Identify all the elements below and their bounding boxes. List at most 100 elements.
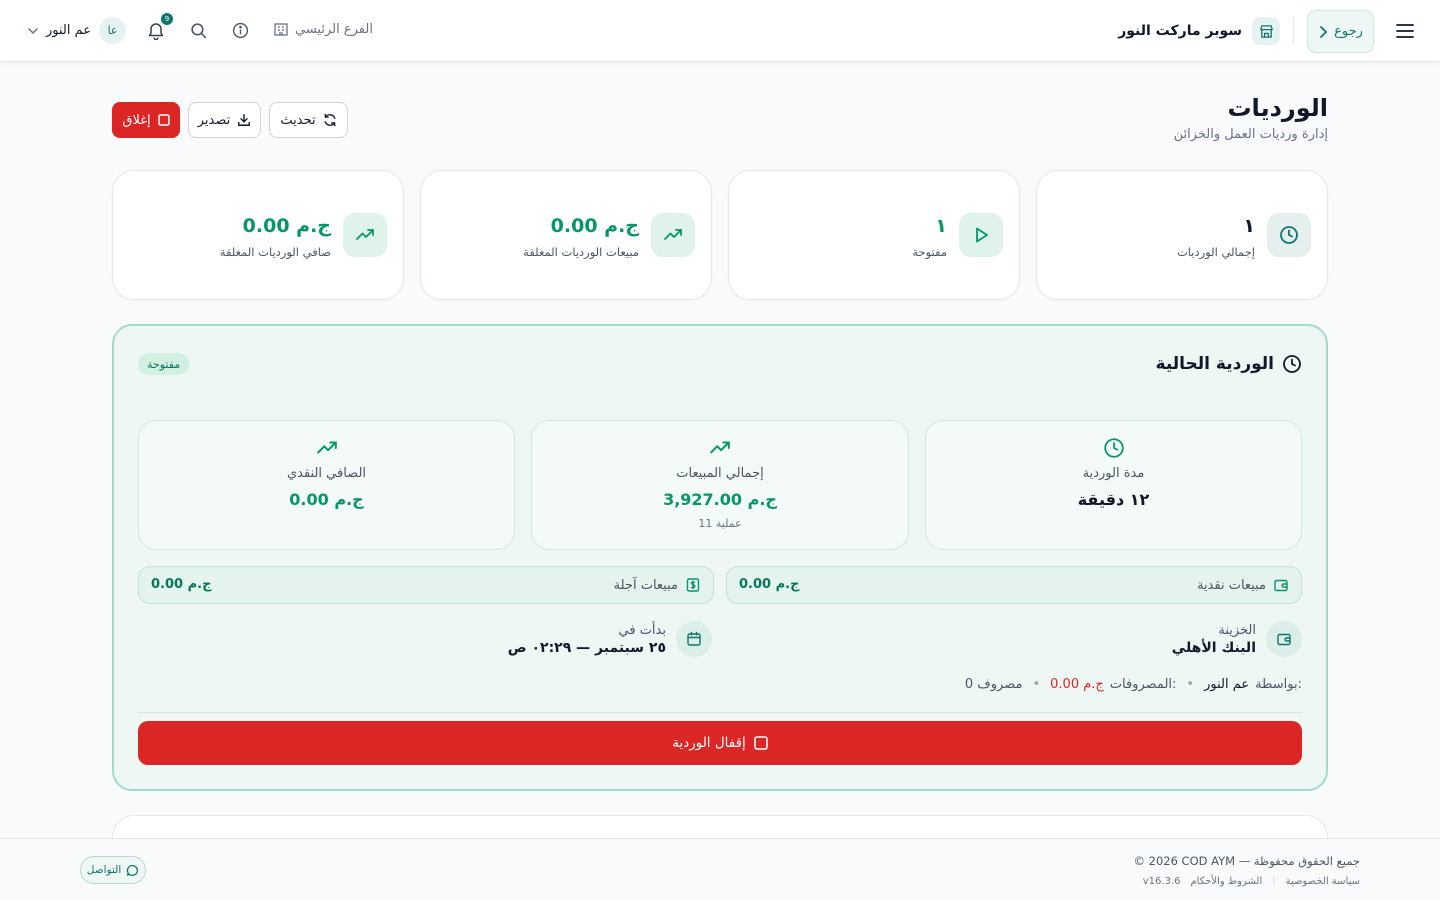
wallet-icon — [1266, 621, 1302, 657]
back-button-label: رجوع — [1334, 24, 1363, 39]
treasury-value: البنك الأهلي — [1171, 639, 1256, 656]
cash-sales-label-group: مبيعات نقدية — [1197, 577, 1289, 593]
divider — [1293, 17, 1294, 45]
clock-icon — [1267, 213, 1311, 257]
user-name: عم النور — [46, 23, 92, 38]
refresh-button[interactable]: تحديث — [269, 102, 348, 138]
download-icon — [237, 113, 251, 127]
clock-icon — [1103, 437, 1125, 459]
trending-up-icon — [343, 213, 387, 257]
transactions-count: 11 عملية — [698, 517, 742, 530]
lock-shift-button-label: إقفال الوردية — [672, 735, 746, 751]
square-icon — [754, 736, 768, 750]
chat-bubble-icon — [126, 864, 139, 877]
credit-sales-label-group: مبيعات آجلة — [614, 577, 701, 593]
clock-icon — [1282, 354, 1302, 374]
by-label: بواسطة: — [1255, 677, 1302, 692]
stat-card-closed-net: 0.00 ج.م صافي الورديات المغلقة — [112, 170, 404, 300]
cash-sales-value: 0.00 ج.م — [739, 577, 800, 592]
avatar: عا — [99, 17, 127, 44]
separator-dot: • — [1032, 677, 1041, 692]
privacy-link[interactable]: سياسة الخصوصية — [1286, 876, 1360, 887]
shift-duration-card: مدة الوردية ١٢ دقيقة — [925, 420, 1302, 550]
separator-dot: • — [1186, 677, 1195, 692]
current-shift-panel: الوردية الحالية مفتوحة مدة الوردية ١٢ دق… — [112, 324, 1328, 791]
total-sales-label: إجمالي المبيعات — [676, 466, 764, 481]
net-cash-card: الصافي النقدي 0.00 ج.م — [138, 420, 515, 550]
info-icon[interactable] — [232, 22, 249, 39]
search-icon[interactable] — [190, 22, 207, 39]
building-icon — [273, 21, 289, 37]
cash-sales-label: مبيعات نقدية — [1196, 577, 1266, 593]
credit-sales-value: 0.00 ج.م — [151, 577, 212, 592]
stat-label: صافي الورديات المغلقة — [219, 245, 331, 259]
chevron-down-icon — [28, 27, 38, 35]
terms-link[interactable]: الشروط والأحكام — [1190, 876, 1262, 887]
contact-button[interactable]: التواصل — [80, 856, 146, 884]
version-label: v16.3.6 — [1142, 876, 1181, 887]
back-button[interactable]: رجوع — [1307, 10, 1374, 53]
user-menu[interactable]: عم النور عا — [28, 17, 127, 44]
stat-card-total-shifts: ١ إجمالي الورديات — [1036, 170, 1328, 300]
treasury-info: الخزينة البنك الأهلي — [1172, 621, 1302, 657]
divider — [138, 712, 1302, 713]
export-button[interactable]: تصدير — [188, 102, 261, 138]
refresh-icon — [323, 113, 337, 127]
receipt-icon — [685, 577, 701, 593]
shift-meta: بواسطة: عم النور • المصروفات: 0.00 ج.م •… — [965, 677, 1302, 692]
menu-icon[interactable] — [1392, 18, 1418, 44]
calendar-icon — [676, 621, 712, 657]
store-switcher[interactable]: سوبر ماركت النور — [1118, 17, 1280, 45]
close-shift-button-label: إغلاق — [122, 112, 151, 128]
stat-value: ١ — [935, 215, 947, 237]
stat-label: مبيعات الورديات المغلقة — [523, 245, 639, 259]
trending-up-icon — [316, 437, 338, 459]
page-title: الورديات — [1227, 94, 1328, 122]
current-shift-title: الوردية الحالية — [1155, 354, 1274, 374]
expenses-value: 0.00 ج.م — [1050, 677, 1104, 692]
cash-sales-row: مبيعات نقدية 0.00 ج.م — [726, 566, 1302, 604]
footer: © 2026 COD AYM — جميع الحقوق محفوظة سياس… — [0, 838, 1440, 900]
chevron-right-icon — [1318, 25, 1328, 38]
expenses-count: 0 مصروف — [964, 677, 1023, 692]
started-at-value: ٢٥ سبتمبر — ٠٢:٢٩ ص — [507, 639, 666, 656]
total-sales-card: إجمالي المبيعات 3,927.00 ج.م 11 عملية — [531, 420, 909, 550]
by-value: عم النور — [1204, 677, 1250, 692]
shift-duration-value: ١٢ دقيقة — [1077, 490, 1150, 509]
stat-card-closed-sales: 0.00 ج.م مبيعات الورديات المغلقة — [420, 170, 712, 300]
trending-up-icon — [709, 437, 731, 459]
started-at-label: بدأت في — [618, 622, 666, 638]
total-sales-value: 3,927.00 ج.م — [663, 490, 777, 509]
store-icon — [1252, 17, 1280, 45]
notification-count-badge: 9 — [161, 13, 173, 25]
footer-links: سياسة الخصوصية | الشروط والأحكام v16.3.6 — [1143, 876, 1360, 887]
net-cash-label: الصافي النقدي — [286, 466, 367, 481]
stat-value: 0.00 ج.م — [550, 215, 639, 237]
export-button-label: تصدير — [197, 112, 231, 128]
credit-sales-label: مبيعات آجلة — [613, 577, 678, 593]
refresh-button-label: تحديث — [280, 112, 316, 128]
net-cash-value: 0.00 ج.م — [289, 490, 364, 509]
contact-button-label: التواصل — [86, 864, 122, 876]
separator: | — [1272, 876, 1276, 887]
stat-value: ١ — [1243, 215, 1255, 237]
treasury-label: الخزينة — [1218, 622, 1256, 638]
trending-up-icon — [651, 213, 695, 257]
copyright: © 2026 COD AYM — جميع الحقوق محفوظة — [1133, 854, 1360, 868]
store-name: سوبر ماركت النور — [1118, 23, 1242, 39]
stat-card-open-shifts: ١ مفتوحة — [728, 170, 1020, 300]
branch-selector[interactable]: الفرع الرئيسي — [273, 21, 373, 37]
current-shift-heading: الوردية الحالية — [1156, 354, 1302, 374]
stat-label: مفتوحة — [912, 245, 947, 259]
expenses-label: المصروفات: — [1109, 677, 1177, 692]
stat-label: إجمالي الورديات — [1176, 245, 1255, 259]
credit-sales-row: مبيعات آجلة 0.00 ج.م — [138, 566, 714, 604]
square-icon — [157, 114, 170, 126]
top-bar: رجوع سوبر ماركت النور الفرع الرئيسي 9 عم… — [0, 0, 1440, 62]
stat-value: 0.00 ج.م — [242, 215, 331, 237]
page-subtitle: إدارة ورديات العمل والخزائن — [1173, 127, 1328, 142]
play-icon — [959, 213, 1003, 257]
started-at-info: بدأت في ٢٥ سبتمبر — ٠٢:٢٩ ص — [508, 621, 712, 657]
lock-shift-button[interactable]: إقفال الوردية — [138, 721, 1302, 765]
close-shift-button[interactable]: إغلاق — [112, 102, 180, 138]
